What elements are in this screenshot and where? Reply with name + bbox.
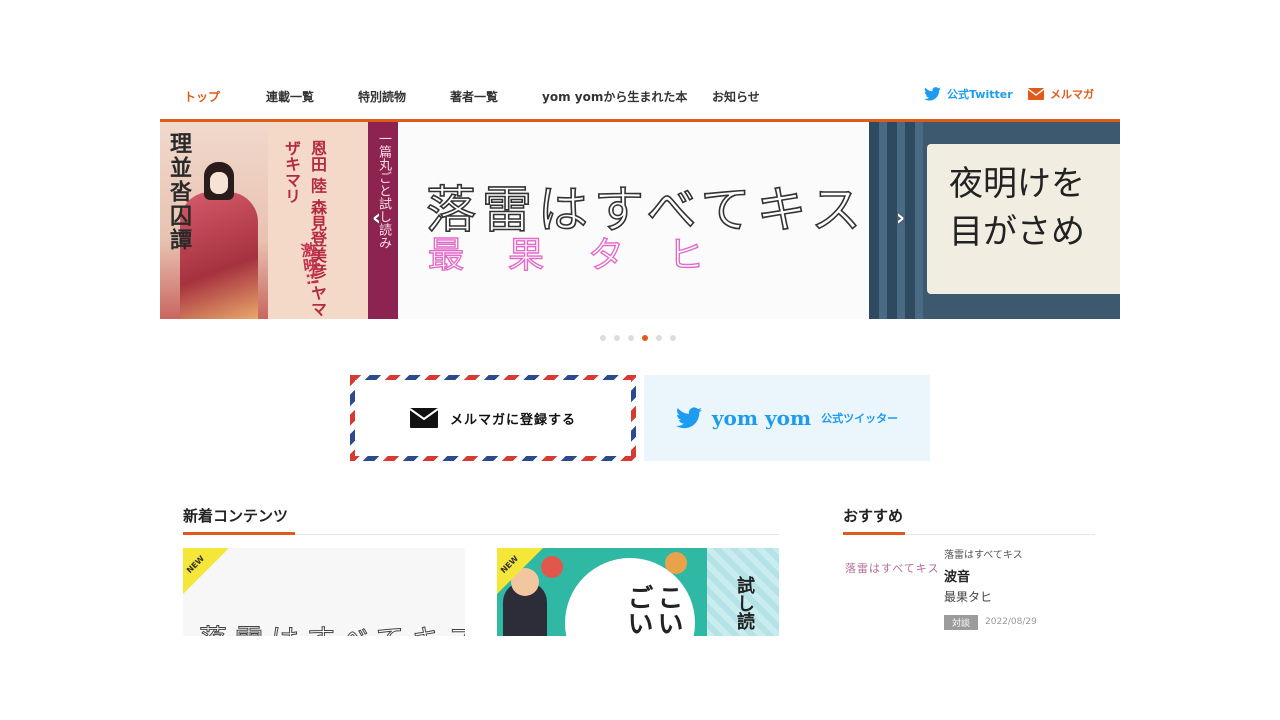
slide-main-author: 最果タヒ: [427, 234, 749, 276]
recommended-author: 最果タヒ: [944, 590, 993, 604]
nav-item-top[interactable]: トップ: [184, 88, 220, 105]
global-nav: トップ 連載一覧 特別読物 著者一覧 yom yomから生まれた本 お知らせ 公…: [160, 80, 1120, 120]
carousel-slide-prev[interactable]: 理並沓囚譚 恩田 陸 森見登美彦 ヤマザキマリ 激映!! 一篇丸ごと試し読み: [160, 122, 398, 319]
recommended-thumbnail[interactable]: 落雷はすべてキス: [845, 560, 938, 586]
slide-band-text: 一篇丸ごと試し読み: [376, 132, 391, 249]
nav-item-series[interactable]: 連載一覧: [266, 88, 314, 105]
hero-carousel[interactable]: 理並沓囚譚 恩田 陸 森見登美彦 ヤマザキマリ 激映!! 一篇丸ごと試し読み 落…: [160, 122, 1120, 319]
section-accent-rule: [843, 532, 905, 535]
author-name: 恩田 陸: [308, 140, 327, 194]
carousel-dot[interactable]: [614, 335, 620, 341]
nav-twitter-link[interactable]: 公式Twitter: [924, 86, 1013, 102]
carousel-dot[interactable]: [642, 335, 648, 341]
nav-twitter-label: 公式Twitter: [947, 88, 1013, 101]
mailmag-banner-label: メルマガに登録する: [449, 412, 576, 428]
carousel-dot[interactable]: [656, 335, 662, 341]
carousel-slide-current[interactable]: 落雷はすべてキス 最果タヒ: [398, 122, 869, 319]
carousel-dot[interactable]: [670, 335, 676, 341]
envelope-icon: [409, 408, 438, 428]
twitter-bird-icon: [924, 87, 941, 101]
slide-left-title: 理並沓囚譚: [166, 132, 191, 252]
twitter-follow-banner[interactable]: yom yom 公式ツイッター: [644, 375, 930, 461]
card-image-text: こいごい: [623, 584, 683, 636]
recommended-date: 2022/08/29: [985, 617, 1037, 627]
recommended-category-badge[interactable]: 対談: [944, 615, 979, 630]
carousel-dot[interactable]: [600, 335, 606, 341]
carousel-next-arrow-icon[interactable]: ›: [896, 206, 905, 231]
slide-right-line: 夜明けを: [949, 164, 1085, 204]
slide-right-line: 目がさめ: [949, 212, 1085, 252]
card-illustration-oni: [541, 556, 563, 578]
nav-item-authors[interactable]: 著者一覧: [450, 88, 498, 105]
mailmag-banner-inner: メルマガに登録する: [355, 380, 631, 456]
twitter-banner-brand: yom yom: [711, 406, 812, 430]
mail-icon: [1028, 88, 1044, 100]
twitter-banner-sub: 公式ツイッター: [821, 412, 899, 425]
carousel-slide-next[interactable]: 夜明けを 目がさめ: [869, 122, 1120, 319]
mailmag-signup-banner[interactable]: メルマガに登録する: [350, 375, 636, 461]
new-contents-heading: 新着コンテンツ: [183, 507, 289, 525]
recommended-heading: おすすめ: [843, 507, 904, 525]
carousel-prev-arrow-icon[interactable]: ‹: [372, 206, 381, 231]
nav-mailmag-link[interactable]: メルマガ: [1028, 86, 1094, 102]
content-card[interactable]: こいごい 試し読 NEW: [497, 548, 779, 636]
content-card[interactable]: 落雷はすべてキス NEW: [183, 548, 465, 636]
card-illustration-oni: [665, 552, 687, 574]
slide-left-authors: 恩田 陸 森見登美彦 ヤマザキマリ: [278, 140, 330, 319]
recommended-title[interactable]: 波音: [944, 566, 970, 585]
recommended-series: 落雷はすべてキス: [944, 550, 1023, 561]
card-image-text: 落雷はすべてキス: [198, 618, 465, 637]
carousel-pagination: [600, 335, 676, 341]
carousel-dot[interactable]: [628, 335, 634, 341]
nav-item-special[interactable]: 特別読物: [358, 88, 406, 105]
nav-mailmag-label: メルマガ: [1050, 88, 1094, 101]
twitter-bird-icon: [675, 407, 702, 429]
slide-right-title: 夜明けを 目がさめ: [949, 160, 1085, 256]
section-accent-rule: [183, 532, 295, 535]
nav-item-books[interactable]: yom yomから生まれた本: [542, 88, 687, 105]
nav-item-news[interactable]: お知らせ: [712, 88, 760, 105]
card-side-text: 試し読: [734, 576, 755, 630]
